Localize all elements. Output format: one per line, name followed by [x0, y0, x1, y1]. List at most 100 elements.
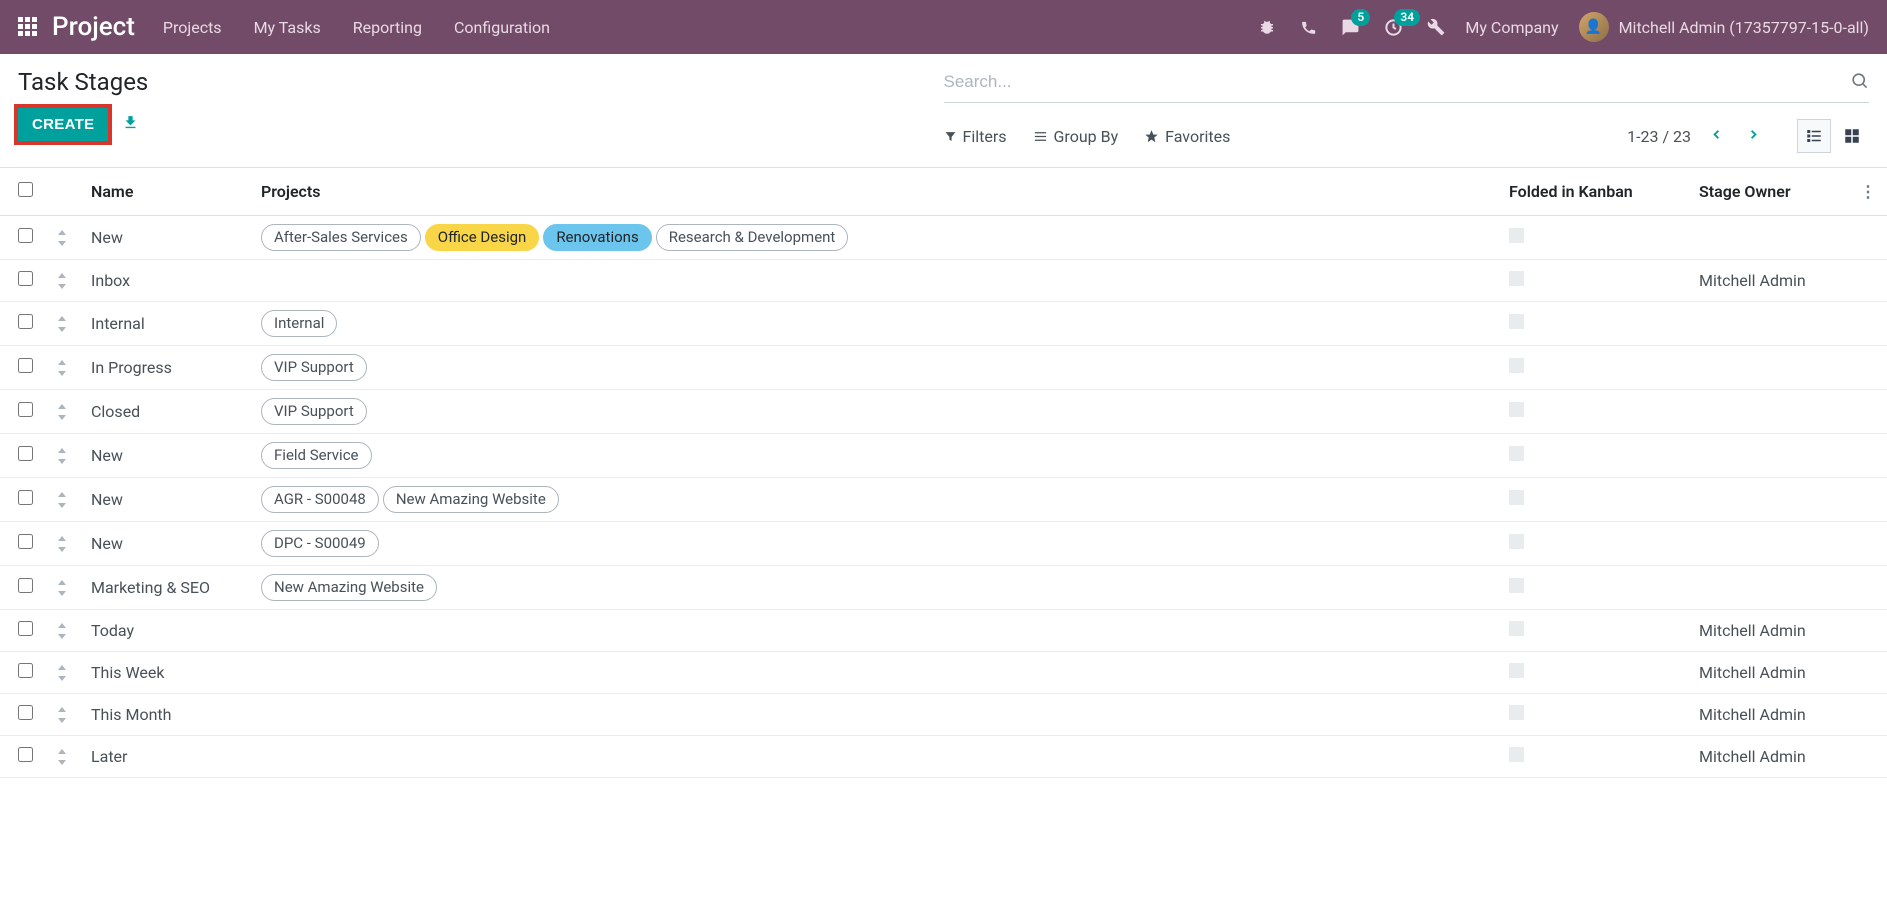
stage-projects: VIP Support [251, 390, 1499, 434]
phone-icon[interactable] [1300, 19, 1317, 36]
table-row[interactable]: This WeekMitchell Admin [0, 652, 1887, 694]
favorites-button[interactable]: Favorites [1144, 127, 1230, 146]
row-checkbox[interactable] [18, 402, 33, 417]
project-tag[interactable]: After-Sales Services [261, 224, 421, 251]
project-tag[interactable]: New Amazing Website [261, 574, 437, 601]
select-all-checkbox[interactable] [18, 182, 33, 197]
drag-handle-icon[interactable] [53, 316, 71, 332]
row-checkbox[interactable] [18, 228, 33, 243]
stage-name: In Progress [81, 346, 251, 390]
project-tag[interactable]: VIP Support [261, 354, 367, 381]
row-checkbox[interactable] [18, 663, 33, 678]
table-row[interactable]: NewAfter-Sales ServicesOffice DesignReno… [0, 216, 1887, 260]
table-row[interactable]: InboxMitchell Admin [0, 260, 1887, 302]
table-row[interactable]: LaterMitchell Admin [0, 736, 1887, 778]
table-row[interactable]: NewDPC - S00049 [0, 522, 1887, 566]
project-tag[interactable]: VIP Support [261, 398, 367, 425]
project-tag[interactable]: New Amazing Website [383, 486, 559, 513]
view-kanban-button[interactable] [1835, 119, 1869, 153]
drag-handle-icon[interactable] [53, 749, 71, 765]
table-row[interactable]: ClosedVIP Support [0, 390, 1887, 434]
nav-my-tasks[interactable]: My Tasks [254, 18, 321, 37]
table-row[interactable]: InternalInternal [0, 302, 1887, 346]
project-tag[interactable]: Field Service [261, 442, 372, 469]
row-checkbox[interactable] [18, 534, 33, 549]
row-checkbox[interactable] [18, 314, 33, 329]
project-tag[interactable]: AGR - S00048 [261, 486, 379, 513]
stage-owner [1689, 522, 1849, 566]
company-selector[interactable]: My Company [1465, 18, 1558, 37]
project-tag[interactable]: Internal [261, 310, 337, 337]
apps-icon[interactable] [18, 17, 38, 37]
view-list-button[interactable] [1797, 119, 1831, 153]
stage-owner: Mitchell Admin [1689, 610, 1849, 652]
stage-name: New [81, 478, 251, 522]
drag-handle-icon[interactable] [53, 404, 71, 420]
groupby-button[interactable]: Group By [1033, 127, 1119, 146]
columns-menu-icon[interactable]: ⋮ [1860, 182, 1876, 201]
drag-handle-icon[interactable] [53, 536, 71, 552]
download-icon[interactable] [122, 114, 139, 135]
table-row[interactable]: New AGR - S00048New Amazing Website [0, 478, 1887, 522]
col-name[interactable]: Name [81, 168, 251, 216]
project-tag[interactable]: Research & Development [656, 224, 849, 251]
pager-next[interactable] [1742, 123, 1765, 150]
row-checkbox[interactable] [18, 705, 33, 720]
folded-indicator [1509, 490, 1524, 505]
row-checkbox[interactable] [18, 621, 33, 636]
folded-indicator [1509, 747, 1524, 762]
pager-text[interactable]: 1-23 / 23 [1627, 127, 1691, 146]
row-checkbox[interactable] [18, 490, 33, 505]
nav-menu: Projects My Tasks Reporting Configuratio… [163, 18, 550, 37]
pager-prev[interactable] [1705, 123, 1728, 150]
create-button[interactable]: CREATE [18, 108, 108, 141]
user-menu[interactable]: 👤 Mitchell Admin (17357797-15-0-all) [1579, 12, 1869, 42]
table-row[interactable]: NewField Service [0, 434, 1887, 478]
folded-indicator [1509, 578, 1524, 593]
nav-reporting[interactable]: Reporting [353, 18, 422, 37]
project-tag[interactable]: Renovations [543, 224, 651, 251]
control-panel: Task Stages CREATE Filters Group B [0, 54, 1887, 153]
row-checkbox[interactable] [18, 446, 33, 461]
stage-projects [251, 694, 1499, 736]
row-checkbox[interactable] [18, 271, 33, 286]
nav-configuration[interactable]: Configuration [454, 18, 550, 37]
col-folded[interactable]: Folded in Kanban [1499, 168, 1689, 216]
table-row[interactable]: Marketing & SEO New Amazing Website [0, 566, 1887, 610]
activities-icon[interactable]: 34 [1384, 18, 1403, 37]
col-owner[interactable]: Stage Owner [1689, 168, 1849, 216]
debug-icon[interactable] [1258, 18, 1276, 36]
drag-handle-icon[interactable] [53, 492, 71, 508]
stage-name: Today [81, 610, 251, 652]
drag-handle-icon[interactable] [53, 448, 71, 464]
row-checkbox[interactable] [18, 747, 33, 762]
stage-owner: Mitchell Admin [1689, 736, 1849, 778]
table-row[interactable]: This MonthMitchell Admin [0, 694, 1887, 736]
filters-button[interactable]: Filters [944, 127, 1007, 146]
messages-icon[interactable]: 5 [1341, 18, 1360, 37]
stage-owner: Mitchell Admin [1689, 694, 1849, 736]
drag-handle-icon[interactable] [53, 360, 71, 376]
row-checkbox[interactable] [18, 358, 33, 373]
row-checkbox[interactable] [18, 578, 33, 593]
stage-name: Marketing & SEO [81, 566, 251, 610]
drag-handle-icon[interactable] [53, 230, 71, 246]
drag-handle-icon[interactable] [53, 707, 71, 723]
stage-projects [251, 610, 1499, 652]
avatar: 👤 [1579, 12, 1609, 42]
search-input[interactable] [944, 68, 1851, 96]
project-tag[interactable]: DPC - S00049 [261, 530, 379, 557]
table-row[interactable]: Today Mitchell Admin [0, 610, 1887, 652]
drag-handle-icon[interactable] [53, 665, 71, 681]
drag-handle-icon[interactable] [53, 580, 71, 596]
drag-handle-icon[interactable] [53, 273, 71, 289]
search-icon[interactable] [1850, 71, 1869, 94]
stage-projects: DPC - S00049 [251, 522, 1499, 566]
nav-projects[interactable]: Projects [163, 18, 222, 37]
project-tag[interactable]: Office Design [425, 224, 540, 251]
tools-icon[interactable] [1427, 18, 1445, 36]
app-brand[interactable]: Project [52, 12, 135, 42]
col-projects[interactable]: Projects [251, 168, 1499, 216]
drag-handle-icon[interactable] [53, 623, 71, 639]
table-row[interactable]: In Progress VIP Support [0, 346, 1887, 390]
